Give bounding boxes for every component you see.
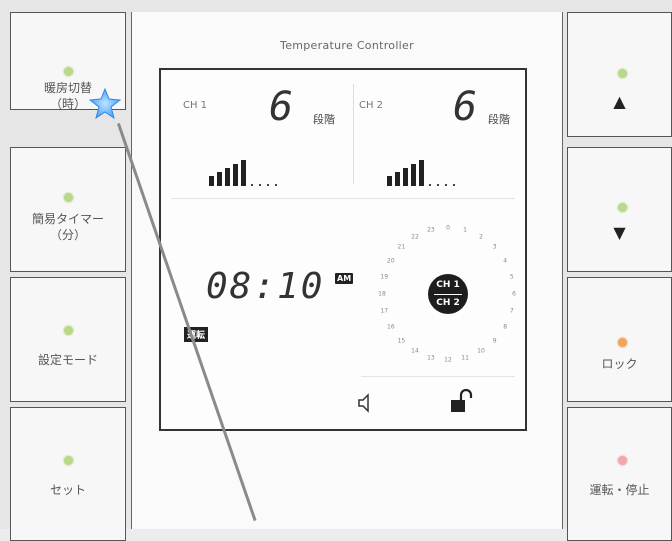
level-dot: [445, 184, 447, 186]
indicator-led: [64, 326, 73, 335]
dial-hour-mark: 14: [411, 347, 419, 355]
indicator-led: [64, 193, 73, 202]
dial-hour-mark: 9: [492, 337, 497, 345]
section-divider: [171, 198, 515, 199]
dial-hour-mark: 2: [479, 233, 483, 241]
ch2-level: 6: [453, 84, 478, 130]
level-dot: [267, 184, 269, 186]
down-triangle-icon: ▼: [613, 223, 626, 242]
down-button[interactable]: ▼: [567, 147, 672, 272]
run-stop-label: 運転・停止: [589, 483, 650, 497]
indicator-led: [64, 456, 73, 465]
level-dot: [275, 184, 277, 186]
level-bar: [217, 172, 222, 186]
channel-divider: [353, 84, 354, 184]
dial-hour-mark: 1: [463, 226, 467, 234]
ch1-unit: 段階: [313, 113, 335, 126]
channel-badge: CH 1 CH 2: [428, 274, 468, 314]
level-dot: [259, 184, 261, 186]
am-pm-indicator: AM: [335, 273, 354, 284]
dial-hour-mark: 13: [427, 354, 435, 362]
dial-hour-mark: 18: [378, 290, 386, 298]
setting-mode-label: 設定モード: [37, 353, 98, 367]
control-panel: Temperature Controller CH 1 6 段階 CH 2 6 …: [131, 12, 563, 529]
level-dot: [251, 184, 253, 186]
lock-label: ロック: [601, 357, 638, 371]
indicator-led: [64, 67, 73, 76]
level-dot: [437, 184, 439, 186]
ch1-level: 6: [269, 84, 294, 130]
ch2-level-bars: [387, 156, 477, 186]
setting-mode-button[interactable]: 設定モード: [10, 277, 126, 402]
set-button[interactable]: セット: [10, 407, 126, 541]
lock-button[interactable]: ロック: [567, 277, 672, 402]
dial-hour-mark: 5: [509, 273, 514, 281]
panel-title: Temperature Controller: [280, 39, 414, 52]
level-dot: [453, 184, 455, 186]
dial-hour-mark: 20: [387, 257, 395, 265]
clock-display: 08:10: [206, 266, 325, 307]
level-bar: [411, 164, 416, 186]
channel-badge-bottom: CH 2: [436, 298, 460, 308]
dial-hour-mark: 3: [492, 243, 497, 251]
cursor-star-icon: [88, 87, 122, 120]
level-bar: [241, 160, 246, 186]
dial-hour-mark: 6: [512, 290, 516, 298]
unlock-icon: [451, 388, 473, 412]
ch2-unit: 段階: [488, 113, 510, 126]
ch2-label: CH 2: [359, 100, 384, 111]
dial-hour-mark: 16: [387, 323, 395, 331]
speaker-icon: [358, 393, 369, 413]
icon-divider: [361, 376, 515, 377]
dial-hour-mark: 7: [509, 307, 514, 315]
dial-hour-mark: 23: [427, 226, 435, 234]
level-dot: [429, 184, 431, 186]
indicator-led: [618, 203, 627, 212]
up-triangle-icon: ▲: [613, 92, 626, 111]
up-button[interactable]: ▲: [567, 12, 672, 137]
dial-hour-mark: 12: [444, 356, 452, 364]
dial-hour-mark: 8: [503, 323, 508, 331]
dial-hour-mark: 19: [380, 273, 389, 281]
dial-hour-mark: 0: [446, 224, 450, 232]
simple-timer-button[interactable]: 簡易タイマー （分）: [10, 147, 126, 272]
level-bar: [209, 176, 214, 186]
simple-timer-label: 簡易タイマー （分）: [31, 212, 104, 242]
dial-hour-mark: 17: [380, 307, 389, 315]
level-bar: [387, 176, 392, 186]
level-bar: [225, 168, 230, 186]
level-bar: [403, 168, 408, 186]
dial-hour-mark: 15: [397, 337, 406, 345]
dial-hour-mark: 21: [397, 243, 406, 251]
dial-hour-mark: 11: [461, 354, 469, 362]
ch1-label: CH 1: [183, 100, 208, 111]
dial-hour-mark: 22: [411, 233, 419, 241]
level-bar: [233, 164, 238, 186]
level-bar: [419, 160, 424, 186]
level-bar: [395, 172, 400, 186]
dial-hour-mark: 10: [477, 347, 485, 355]
timer-dial: CH 1 CH 2 0 1 2 3 4 5 6 7 8 9 10 11 12 13 14 15 16 17 18 19…: [366, 210, 521, 370]
run-stop-button[interactable]: 運転・停止: [567, 407, 672, 541]
lcd-display: CH 1 6 段階 CH 2 6 段階 08:10 AM 運転 CH 1 CH …: [159, 68, 527, 431]
ch1-level-bars: [209, 156, 299, 186]
indicator-led: [618, 338, 627, 347]
channel-badge-top: CH 1: [434, 277, 462, 295]
set-label: セット: [49, 483, 86, 497]
indicator-led: [618, 69, 627, 78]
indicator-led: [618, 456, 627, 465]
dial-hour-mark: 4: [503, 257, 508, 265]
